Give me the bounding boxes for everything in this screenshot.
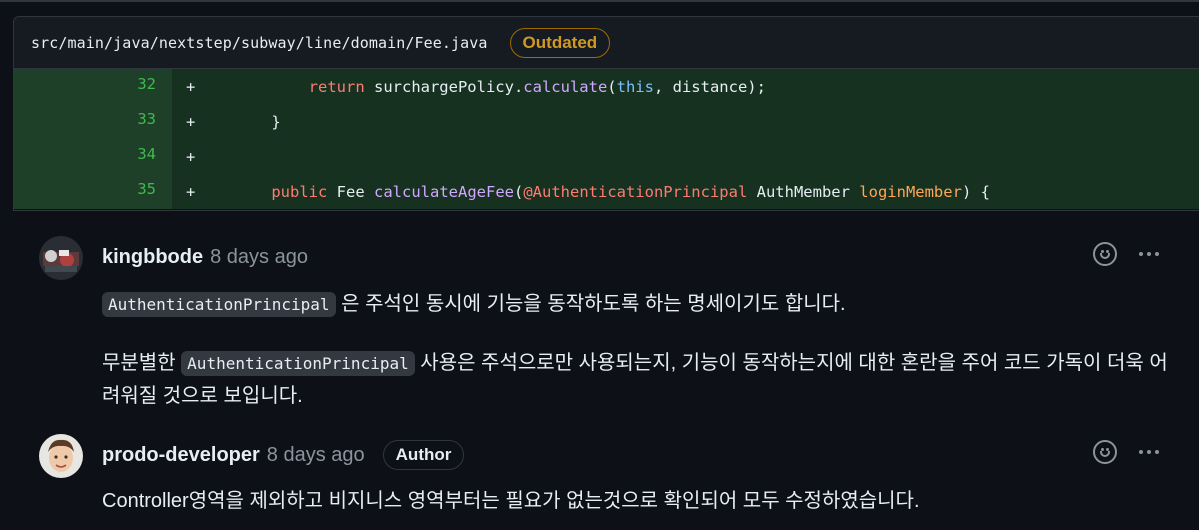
inline-code: AuthenticationPrincipal (181, 351, 415, 376)
code-line: } (234, 112, 281, 131)
diff-hunk: 32 + return surchargePolicy.calculate(th… (14, 69, 1199, 209)
diff-row: 35 + public Fee calculateAgeFee(@Authent… (14, 174, 1199, 209)
comment-body: AuthenticationPrincipal 은 주석인 동시에 기능을 동작… (102, 288, 1182, 412)
line-number[interactable]: 34 (14, 139, 172, 174)
code-line: public Fee calculateAgeFee(@Authenticati… (271, 182, 990, 201)
added-marker: + (186, 147, 196, 166)
diff-row: 34 + (14, 139, 1199, 174)
outdated-badge: Outdated (509, 27, 611, 58)
file-header: src/main/java/nextstep/subway/line/domai… (14, 17, 1199, 69)
inline-code: AuthenticationPrincipal (102, 292, 336, 317)
added-marker: + (186, 182, 196, 201)
line-number[interactable]: 33 (14, 104, 172, 139)
author-link[interactable]: kingbbode (102, 246, 203, 269)
file-path-link[interactable]: src/main/java/nextstep/subway/line/domai… (31, 34, 488, 52)
timestamp-link[interactable]: 8 days ago (267, 444, 365, 467)
kebab-horizontal-icon[interactable] (1139, 252, 1159, 256)
comments-list: kingbbode 8 days ago AuthenticationPrinc… (13, 210, 1199, 530)
author-badge: Author (382, 440, 465, 470)
avatar[interactable] (39, 236, 83, 280)
smiley-icon[interactable] (1093, 440, 1117, 464)
line-number[interactable]: 32 (14, 69, 172, 104)
comment-paragraph: 무분별한 AuthenticationPrincipal 사용은 주석으로만 사… (102, 351, 1168, 407)
comment-body: Controller영역을 제외하고 비지니스 영역부터는 필요가 없는것으로 … (102, 485, 1182, 517)
author-link[interactable]: prodo-developer (102, 444, 260, 467)
diff-row: 32 + return surchargePolicy.calculate(th… (14, 69, 1199, 104)
avatar[interactable] (39, 434, 83, 478)
kebab-horizontal-icon[interactable] (1139, 450, 1159, 454)
top-divider (0, 0, 1199, 2)
code-line: return surchargePolicy.calculate(this, d… (308, 77, 766, 96)
comment-paragraph: AuthenticationPrincipal 은 주석인 동시에 기능을 동작… (102, 288, 1182, 321)
line-number[interactable]: 35 (14, 174, 172, 209)
comment-paragraph: Controller영역을 제외하고 비지니스 영역부터는 필요가 없는것으로 … (102, 490, 920, 512)
added-marker: + (186, 112, 196, 131)
smiley-icon[interactable] (1093, 242, 1117, 266)
timestamp-link[interactable]: 8 days ago (210, 246, 308, 269)
diff-row: 33 + } (14, 104, 1199, 139)
added-marker: + (186, 77, 196, 96)
